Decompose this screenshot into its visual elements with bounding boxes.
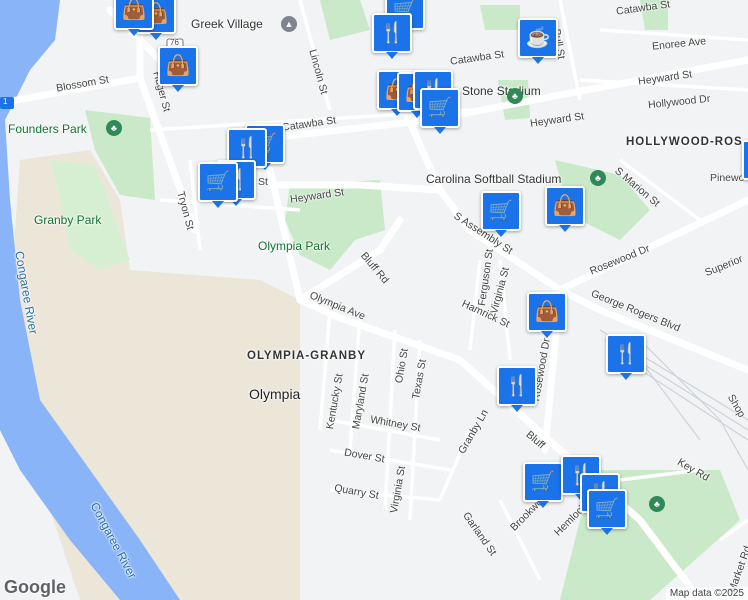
grocery-marker[interactable]: 🛒 (523, 462, 563, 508)
shopping-bag-icon: 👜 (121, 0, 147, 21)
park-icon-south: ♣ (649, 496, 665, 512)
grocery-marker[interactable]: 🛒 (198, 162, 238, 208)
restaurant-marker[interactable]: 🍴 (606, 334, 646, 380)
granby-park-label: Granby Park (34, 213, 102, 227)
cafe-marker[interactable]: ☕ (518, 18, 558, 64)
shopping-bag-icon: 👜 (534, 301, 560, 323)
softball-stadium-icon: ♣ (590, 170, 606, 186)
hollywood-rose-label: HOLLYWOOD-ROS (626, 136, 743, 148)
grocery-marker[interactable]: 🛒 (587, 489, 627, 535)
olympia-granby-label: OLYMPIA-GRANBY (247, 350, 366, 362)
grocery-marker[interactable]: 🛒 (481, 191, 521, 237)
restaurant-icon: 🍴 (234, 137, 260, 159)
stone-stadium-icon: ♣ (507, 88, 523, 104)
olympia-park-label: Olympia Park (258, 239, 331, 253)
shopping-cart-icon: 🛒 (427, 97, 453, 119)
shopping-marker[interactable]: 👜 (742, 140, 748, 180)
restaurant-icon: 🍴 (504, 375, 530, 397)
shopping-cart-icon: 🛒 (205, 171, 231, 193)
pinewood-label: Pinewo (710, 172, 745, 184)
google-logo: Google (4, 577, 66, 597)
restaurant-icon: 🍴 (379, 22, 405, 44)
shopping-marker[interactable]: 👜 (527, 292, 567, 338)
stone-stadium-label: Stone Stadium (462, 84, 541, 98)
restaurant-icon: 🍴 (613, 343, 639, 365)
grocery-marker[interactable]: 🛒 (420, 88, 460, 134)
carolina-softball-label: Carolina Softball Stadium (426, 172, 562, 186)
shopping-marker[interactable]: 👜 (545, 186, 585, 232)
shopping-bag-icon: 👜 (165, 55, 191, 77)
shopping-bag-icon: 👜 (552, 195, 578, 217)
greek-village-label: Greek Village (191, 17, 263, 31)
olympia-label: Olympia (249, 386, 301, 402)
route-1-shield: 1 (3, 97, 8, 106)
map-canvas[interactable]: Greek Village ▲ Founders Park ♣ Granby P… (0, 0, 748, 600)
restaurant-marker[interactable]: 🍴 (497, 366, 537, 412)
map-base (0, 0, 748, 600)
founders-park-icon: ♣ (106, 120, 122, 136)
shopping-cart-icon: 🛒 (488, 200, 514, 222)
shopping-marker[interactable]: 👜 (158, 46, 198, 92)
st-fragment-label: St (258, 176, 268, 188)
cafe-icon: ☕ (525, 27, 551, 49)
founders-park-label: Founders Park (8, 122, 87, 136)
greek-village-icon: ▲ (281, 16, 297, 32)
shopping-cart-icon: 🛒 (530, 471, 556, 493)
map-attribution: Map data ©2025 (665, 587, 748, 600)
shopping-cart-icon: 🛒 (594, 498, 620, 520)
restaurant-marker[interactable]: 🍴 (372, 13, 412, 59)
shopping-marker[interactable]: 👜 (114, 0, 154, 36)
